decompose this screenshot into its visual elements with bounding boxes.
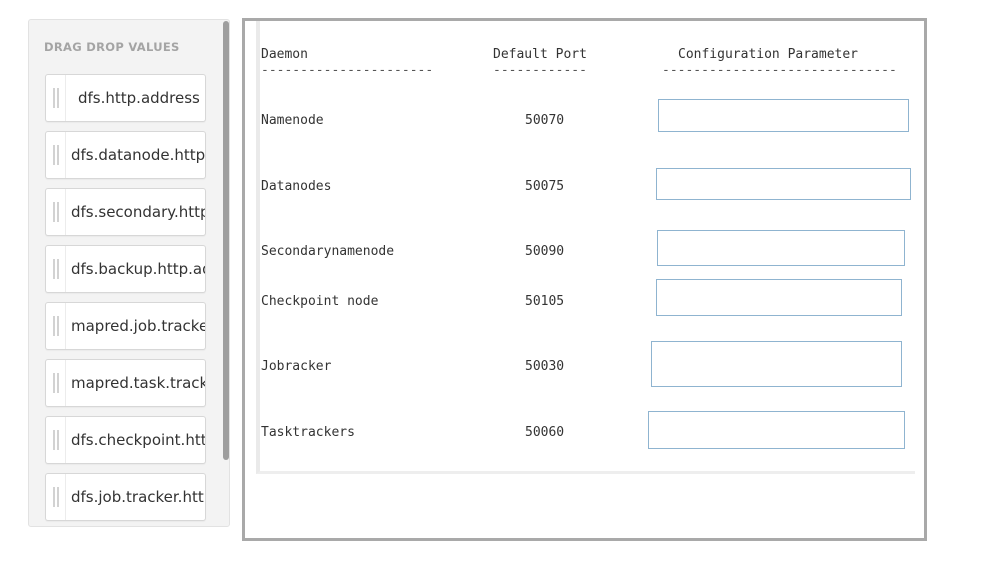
drag-item-label: dfs.backup.http.address xyxy=(71,260,205,278)
header-daemon-underline: ---------------------- xyxy=(261,63,434,78)
header-default-port: Default Port xyxy=(493,47,587,62)
port-config-panel: Daemon Default Port Configuration Parame… xyxy=(242,18,927,541)
drag-handle-icon[interactable] xyxy=(46,189,66,235)
drag-item-mapred-job-tracker-http-address[interactable]: mapred.job.tracker.http.address xyxy=(45,302,206,350)
drag-handle-icon[interactable] xyxy=(46,246,66,292)
header-configuration-parameter: Configuration Parameter xyxy=(678,47,859,62)
row-tasktrackers-port: 50060 xyxy=(525,425,565,440)
drop-target-datanodes[interactable] xyxy=(656,168,911,200)
drag-item-label: dfs.secondary.http.address xyxy=(71,203,205,221)
header-daemon: Daemon xyxy=(261,47,308,62)
drag-handle-icon[interactable] xyxy=(46,474,66,520)
drag-handle-icon[interactable] xyxy=(46,303,66,349)
drag-item-dfs-http-address[interactable]: dfs.http.address xyxy=(45,74,206,122)
drag-handle-icon[interactable] xyxy=(46,75,66,121)
drop-target-tasktrackers[interactable] xyxy=(648,411,905,449)
row-checkpoint-node-daemon: Checkpoint node xyxy=(261,294,379,309)
drag-item-dfs-secondary-http-address[interactable]: dfs.secondary.http.address xyxy=(45,188,206,236)
row-datanodes-port: 50075 xyxy=(525,179,565,194)
drag-item-label: mapred.task.tracker.http.address xyxy=(71,374,205,392)
drag-item-label: dfs.http.address xyxy=(78,89,200,107)
drag-handle-icon[interactable] xyxy=(46,132,66,178)
row-secondarynamenode-port: 50090 xyxy=(525,244,565,259)
drag-handle-icon[interactable] xyxy=(46,360,66,406)
drag-item-label: dfs.checkpoint.http.address xyxy=(71,431,205,449)
drag-item-dfs-checkpoint-http-address[interactable]: dfs.checkpoint.http.address xyxy=(45,416,206,464)
row-namenode-port: 50070 xyxy=(525,113,565,128)
drop-target-namenode[interactable] xyxy=(658,99,909,132)
drag-item-mapred-task-tracker-http-address[interactable]: mapred.task.tracker.http.address xyxy=(45,359,206,407)
drag-item-label: mapred.job.tracker.http.address xyxy=(71,317,205,335)
drag-values-title: DRAG DROP VALUES xyxy=(44,40,180,54)
row-namenode-daemon: Namenode xyxy=(261,113,324,128)
header-port-underline: ------------ xyxy=(493,63,587,78)
drag-values-panel: DRAG DROP VALUES dfs.http.address dfs.da… xyxy=(28,19,230,527)
drag-item-label: dfs.datanode.http.address xyxy=(71,146,205,164)
row-secondarynamenode-daemon: Secondarynamenode xyxy=(261,244,395,259)
drag-handle-icon[interactable] xyxy=(46,417,66,463)
port-config-table: Daemon Default Port Configuration Parame… xyxy=(256,21,915,474)
header-param-underline: ------------------------------ xyxy=(662,63,897,78)
row-datanodes-daemon: Datanodes xyxy=(261,179,332,194)
drag-item-label: dfs.job.tracker.http.address xyxy=(71,488,205,506)
drop-target-jobracker[interactable] xyxy=(651,341,902,387)
drop-target-secondarynamenode[interactable] xyxy=(657,230,905,266)
drag-item-dfs-datanode-http-address[interactable]: dfs.datanode.http.address xyxy=(45,131,206,179)
row-tasktrackers-daemon: Tasktrackers xyxy=(261,425,355,440)
row-jobracker-port: 50030 xyxy=(525,359,565,374)
row-jobracker-daemon: Jobracker xyxy=(261,359,332,374)
row-checkpoint-node-port: 50105 xyxy=(525,294,565,309)
drag-item-dfs-backup-http-address[interactable]: dfs.backup.http.address xyxy=(45,245,206,293)
drop-target-checkpoint-node[interactable] xyxy=(656,279,902,316)
sidebar-scrollbar[interactable] xyxy=(223,21,229,460)
drag-item-dfs-job-tracker-http-address[interactable]: dfs.job.tracker.http.address xyxy=(45,473,206,521)
